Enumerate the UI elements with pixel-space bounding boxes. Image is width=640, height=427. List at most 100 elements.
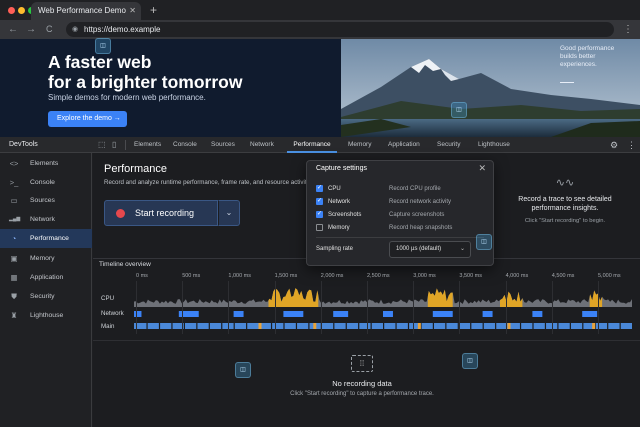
sidebar-item-network[interactable]: ▂▄▆ Network <box>0 210 92 229</box>
sidebar-item-label: Application <box>30 274 64 281</box>
new-tab-button[interactable]: + <box>150 2 157 18</box>
address-bar[interactable]: ◉ https://demo.example <box>66 22 614 37</box>
network-request-bar <box>283 311 304 317</box>
window-close-button[interactable] <box>8 7 15 14</box>
hero-headline-line-1: A faster web <box>48 52 152 72</box>
tab-lighthouse[interactable]: Lighthouse <box>478 137 510 153</box>
watermark-icon: ◫ <box>235 362 251 378</box>
option-name: CPU <box>328 186 341 192</box>
long-task-marker <box>592 323 596 329</box>
watermark-icon: ◫ <box>476 234 492 250</box>
browser-menu-icon[interactable]: ⋮ <box>623 20 633 39</box>
start-recording-button[interactable]: Start recording <box>104 200 218 226</box>
sidebar-item-memory[interactable]: ▣ Memory <box>0 249 92 268</box>
sidebar-item-application[interactable]: ▦ Application <box>0 268 92 287</box>
sidebar-item-security[interactable]: ⛊ Security <box>0 287 92 306</box>
window-minimize-button[interactable] <box>18 7 25 14</box>
site-info-icon[interactable]: ◉ <box>72 22 78 37</box>
sidebar-item-console[interactable]: >_ Console <box>0 173 92 192</box>
checkbox-screenshots[interactable]: ✓ <box>316 211 323 218</box>
sidebar-item-label: Sources <box>30 197 55 204</box>
task-gap <box>183 323 185 329</box>
device-toolbar-icon[interactable]: ▯ <box>112 137 116 153</box>
cpu-activity-area <box>134 288 632 307</box>
timeline-tick-label: 1,000 ms <box>228 273 252 279</box>
tab-security[interactable]: Security <box>437 137 460 153</box>
task-gap <box>370 323 372 329</box>
task-gap <box>283 323 285 329</box>
checkbox-network[interactable]: ✓ <box>316 198 323 205</box>
network-request-bar <box>482 311 493 317</box>
network-request-bar <box>333 311 349 317</box>
settings-gear-icon[interactable]: ⚙ <box>610 137 618 153</box>
sidebar-item-lighthouse[interactable]: ♜ Lighthouse <box>0 306 92 325</box>
cpu-activity-graph[interactable] <box>134 285 632 307</box>
main-thread-lane[interactable] <box>134 321 632 331</box>
sidebar-item-performance[interactable]: ◔ Performance <box>0 229 92 248</box>
browser-tab-title: Web Performance Demo <box>38 6 126 15</box>
timeline-gridline <box>228 281 230 334</box>
inspect-element-icon[interactable]: ⬚ <box>98 137 106 153</box>
row-label-network: Network <box>101 310 124 317</box>
lighthouse-icon: ♜ <box>10 311 18 320</box>
popover-title: Capture settings <box>316 165 367 172</box>
task-gap <box>569 323 571 329</box>
timeline-gridline <box>367 281 368 334</box>
task-gap <box>482 323 484 329</box>
checkbox-memory[interactable] <box>316 224 323 231</box>
empty-hint: ∿∿ Record a trace to see detailed perfor… <box>507 178 623 225</box>
timeline-tick-label: 2,500 ms <box>367 273 390 279</box>
reload-icon[interactable]: C <box>46 20 53 39</box>
task-gap <box>358 323 360 329</box>
back-arrow-icon[interactable]: ← <box>8 20 18 39</box>
shield-icon: ⛊ <box>11 292 17 301</box>
sidebar-item-sources[interactable]: ▭ Sources <box>0 191 92 210</box>
terminal-icon: >_ <box>9 178 19 187</box>
timeline-title: Timeline overview <box>99 261 151 268</box>
hero-headline: A faster web for a brighter tomorrow <box>48 52 278 92</box>
tab-memory[interactable]: Memory <box>348 137 371 153</box>
forward-arrow-icon[interactable]: → <box>26 20 36 39</box>
explore-demo-button[interactable]: Explore the demo → <box>48 111 127 127</box>
long-task-marker <box>258 323 262 329</box>
task-gap <box>158 323 161 329</box>
tab-sources[interactable]: Sources <box>211 137 235 153</box>
option-name: Screenshots <box>328 212 362 218</box>
record-icon <box>116 209 125 218</box>
task-gap <box>544 323 547 329</box>
tab-performance[interactable]: Performance <box>287 137 337 153</box>
start-recording-label: Start recording <box>135 208 195 218</box>
tab-network[interactable]: Network <box>250 137 274 153</box>
task-gap <box>395 323 397 329</box>
task-gap <box>233 323 235 329</box>
chevron-down-icon[interactable]: ⌄ <box>218 200 240 226</box>
panel-title: Performance <box>104 163 167 175</box>
long-task-marker <box>313 323 317 329</box>
task-gap <box>208 323 210 329</box>
chip-icon: ▣ <box>10 254 18 263</box>
timeline-tick-label: 3,500 ms <box>459 273 483 279</box>
timeline-tick-label: 4,000 ms <box>505 273 529 279</box>
network-activity-lane[interactable] <box>134 310 632 318</box>
devtools-menu-icon[interactable]: ⋮ <box>627 137 636 153</box>
tab-application[interactable]: Application <box>388 137 420 153</box>
option-name: Memory <box>328 225 350 231</box>
tab-elements[interactable]: Elements <box>134 137 161 153</box>
task-gap <box>333 323 335 329</box>
timeline-tick-label: 3,000 ms <box>413 273 436 279</box>
task-gap <box>532 323 534 329</box>
row-label-cpu: CPU <box>101 295 115 302</box>
tab-console[interactable]: Console <box>173 137 197 153</box>
hero-note-divider <box>560 82 574 83</box>
browser-tab[interactable]: Web Performance Demo ✕ <box>31 2 141 20</box>
hero-headline-line-2: for a brighter tomorrow <box>48 72 243 92</box>
timeline-divider <box>93 340 640 341</box>
tab-close-icon[interactable]: ✕ <box>129 2 136 20</box>
code-icon: <> <box>9 159 19 168</box>
sampling-rate-select[interactable]: 1000 µs (default) ⌄ <box>389 241 471 258</box>
panel-description: Record and analyze runtime performance, … <box>104 179 311 186</box>
task-gap <box>270 323 273 329</box>
popover-close-icon[interactable]: ✕ <box>478 163 486 174</box>
checkbox-cpu[interactable]: ✓ <box>316 185 323 192</box>
sidebar-item-elements[interactable]: <> Elements <box>0 154 92 173</box>
